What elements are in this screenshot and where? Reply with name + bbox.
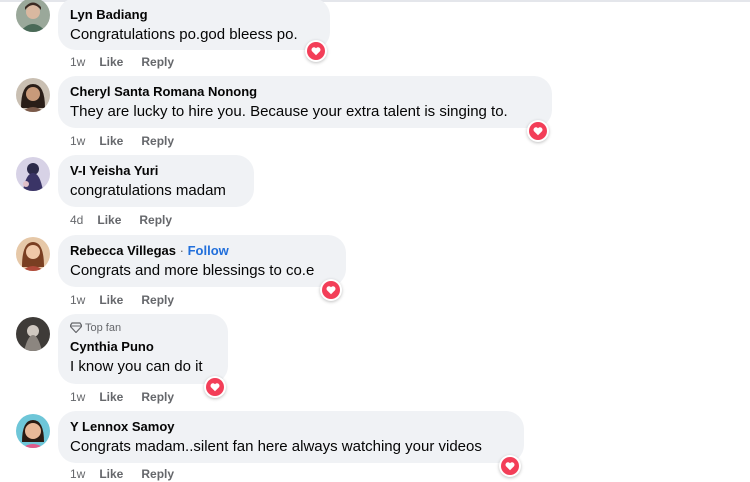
comment-text: Congrats and more blessings to co.e xyxy=(70,262,315,279)
top-fan-badge: Top fan xyxy=(69,321,216,335)
comment-bubble: Rebecca Villegas · Follow Congrats and m… xyxy=(58,235,346,287)
reaction-badge[interactable] xyxy=(320,279,342,301)
comment-bubble: Top fan Cynthia Puno I know you can do i… xyxy=(58,314,228,384)
reaction-badge[interactable] xyxy=(204,376,226,398)
comment-bubble: Y Lennox Samoy Congrats madam..silent fa… xyxy=(58,411,524,463)
comment-text: I know you can do it xyxy=(70,358,203,375)
heart-icon xyxy=(529,122,547,140)
reply-button[interactable]: Reply xyxy=(139,213,172,227)
comment-actions: 1w Like Reply xyxy=(70,133,192,149)
comment-time[interactable]: 1w xyxy=(70,293,85,307)
separator: · xyxy=(179,243,184,258)
badge-label: Top fan xyxy=(85,322,122,334)
like-button[interactable]: Like xyxy=(99,467,123,481)
follow-button[interactable]: Follow xyxy=(188,243,229,258)
like-button[interactable]: Like xyxy=(99,293,123,307)
like-button[interactable]: Like xyxy=(99,55,123,69)
comment-author[interactable]: Cynthia Puno xyxy=(70,338,216,355)
heart-icon xyxy=(322,281,340,299)
comment-author: Rebecca Villegas · Follow xyxy=(70,242,334,259)
avatar[interactable] xyxy=(16,317,50,351)
comment-bubble: V-I Yeisha Yuri congratulations madam xyxy=(58,155,254,207)
comment-text: Congrats madam..silent fan here always w… xyxy=(70,438,482,455)
reply-button[interactable]: Reply xyxy=(141,293,174,307)
comment-time[interactable]: 4d xyxy=(70,213,83,227)
diamond-icon xyxy=(69,322,83,334)
comment-text: congratulations madam xyxy=(70,182,226,199)
reply-button[interactable]: Reply xyxy=(141,467,174,481)
comment-actions: 1w Like Reply xyxy=(70,292,192,308)
comment-time[interactable]: 1w xyxy=(70,55,85,69)
avatar[interactable] xyxy=(16,0,50,32)
comment-actions: 1w Like Reply xyxy=(70,54,192,70)
reaction-badge[interactable] xyxy=(499,455,521,477)
comment-time[interactable]: 1w xyxy=(70,134,85,148)
comment-actions: 4d Like Reply xyxy=(70,212,190,228)
avatar[interactable] xyxy=(16,157,50,191)
comment-time[interactable]: 1w xyxy=(70,390,85,404)
comment-text: They are lucky to hire you. Because your… xyxy=(70,103,508,120)
avatar[interactable] xyxy=(16,237,50,271)
comment-author[interactable]: Cheryl Santa Romana Nonong xyxy=(70,83,540,100)
comment-text: Congratulations po.god bleess po. xyxy=(70,26,298,43)
like-button[interactable]: Like xyxy=(99,134,123,148)
heart-icon xyxy=(501,457,519,475)
comment-author[interactable]: Y Lennox Samoy xyxy=(70,418,512,435)
like-button[interactable]: Like xyxy=(97,213,121,227)
reply-button[interactable]: Reply xyxy=(141,55,174,69)
avatar[interactable] xyxy=(16,414,50,448)
comment-bubble: Cheryl Santa Romana Nonong They are luck… xyxy=(58,76,552,128)
comment-author[interactable]: Lyn Badiang xyxy=(70,6,318,23)
heart-icon xyxy=(307,42,325,60)
comment-actions: 1w Like Reply xyxy=(70,466,192,482)
like-button[interactable]: Like xyxy=(99,390,123,404)
heart-icon xyxy=(206,378,224,396)
comment-actions: 1w Like Reply xyxy=(70,389,192,405)
comment-bubble: Lyn Badiang Congratulations po.god blees… xyxy=(58,0,330,50)
reaction-badge[interactable] xyxy=(527,120,549,142)
reply-button[interactable]: Reply xyxy=(141,390,174,404)
comment-time[interactable]: 1w xyxy=(70,467,85,481)
reaction-badge[interactable] xyxy=(305,40,327,62)
reply-button[interactable]: Reply xyxy=(141,134,174,148)
comment-author[interactable]: V-I Yeisha Yuri xyxy=(70,162,242,179)
comment-author-name[interactable]: Rebecca Villegas xyxy=(70,243,176,258)
avatar[interactable] xyxy=(16,78,50,112)
